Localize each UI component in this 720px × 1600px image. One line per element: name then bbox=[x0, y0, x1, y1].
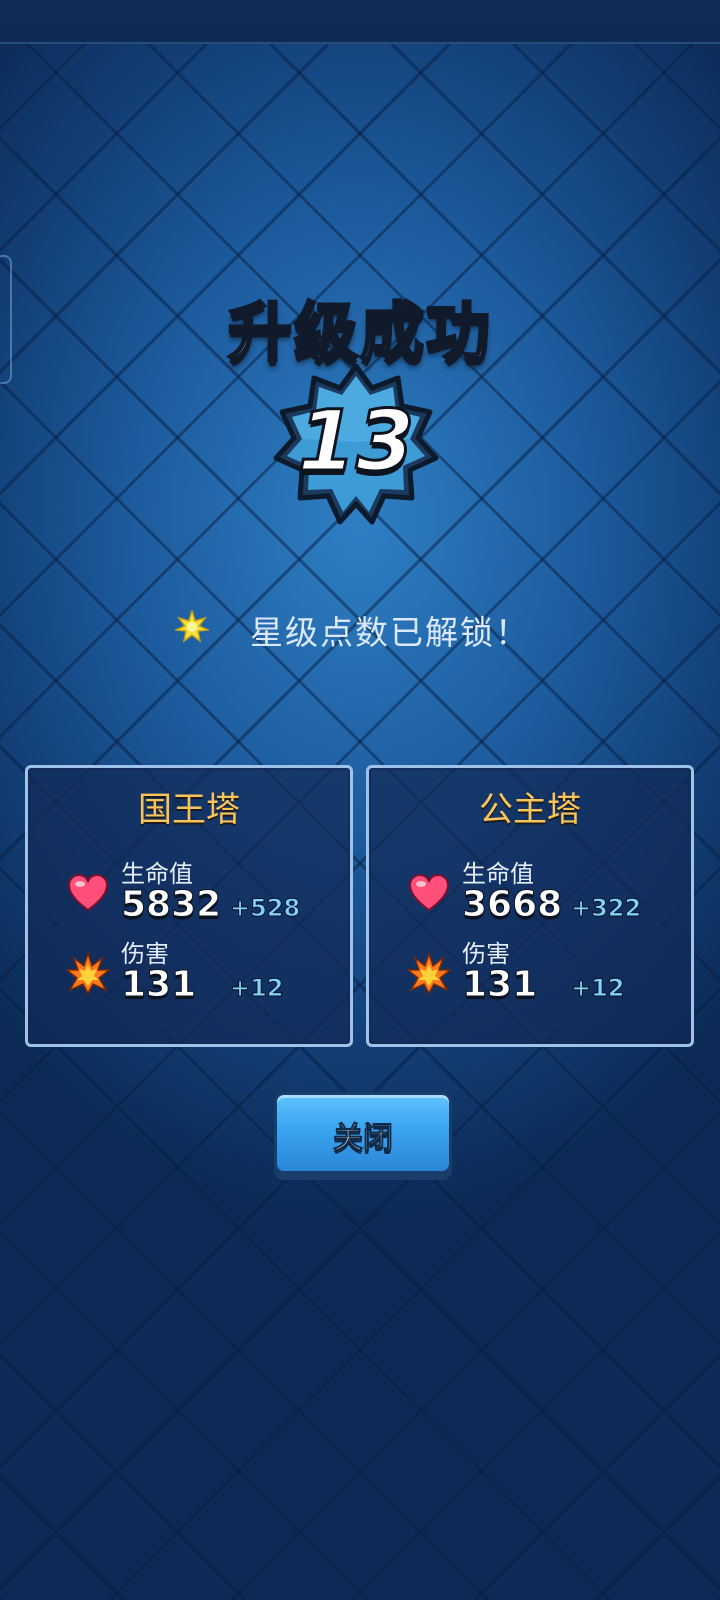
damage-burst-icon bbox=[66, 952, 110, 994]
princess-tower-panel: 公主塔 生命值 3668 +322 伤害 131 +12 bbox=[366, 765, 694, 1047]
heart-icon bbox=[409, 874, 449, 912]
hp-bonus: +528 bbox=[229, 894, 301, 923]
close-button[interactable]: 关闭 bbox=[274, 1092, 452, 1174]
hp-bonus: +322 bbox=[570, 894, 642, 923]
king-tower-panel: 国王塔 生命值 5832 +528 伤害 131 +12 bbox=[25, 765, 353, 1047]
damage-burst-icon bbox=[407, 952, 451, 994]
close-button-label: 关闭 bbox=[333, 1121, 394, 1157]
level-up-title: 升级成功 bbox=[227, 296, 492, 373]
hp-value: 5832 bbox=[120, 884, 222, 926]
damage-bonus: +12 bbox=[571, 974, 626, 1003]
star-points-unlocked-text: 星级点数已解锁！ bbox=[250, 613, 530, 652]
heart-icon bbox=[68, 874, 108, 912]
panel-title: 国王塔 bbox=[138, 790, 240, 830]
star-points-icon bbox=[175, 610, 209, 643]
level-number: 13 bbox=[296, 391, 416, 492]
panel-title: 公主塔 bbox=[479, 790, 581, 830]
damage-value: 131 bbox=[120, 964, 197, 1006]
damage-value: 131 bbox=[461, 964, 538, 1006]
hp-value: 3668 bbox=[461, 884, 563, 926]
damage-bonus: +12 bbox=[230, 974, 285, 1003]
top-bar bbox=[0, 0, 720, 44]
